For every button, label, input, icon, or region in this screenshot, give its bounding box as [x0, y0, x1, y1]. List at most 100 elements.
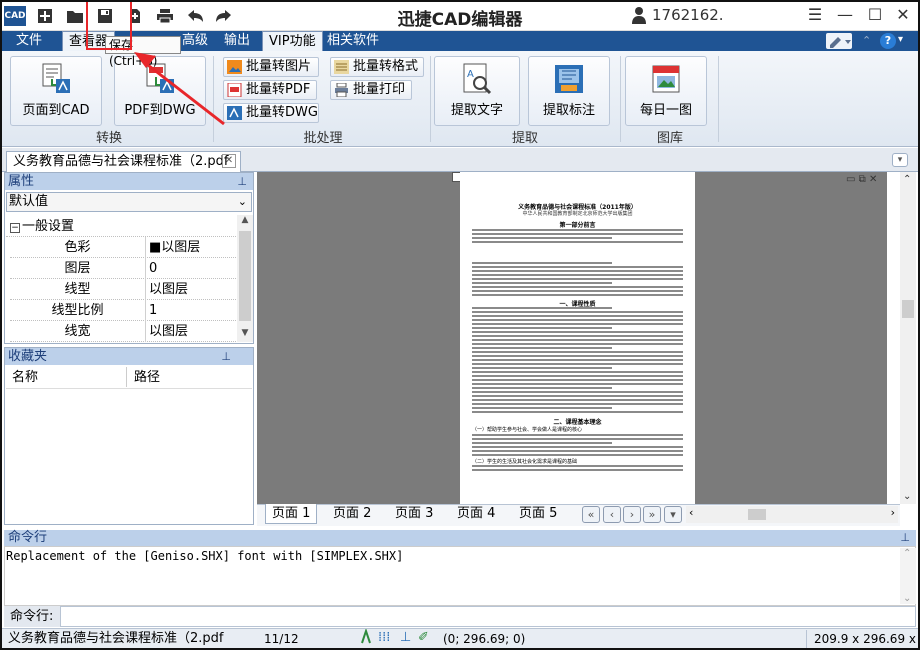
- document-vscrollbar[interactable]: ⌃ ⌄: [900, 172, 916, 504]
- scroll-right-icon[interactable]: ›: [891, 506, 895, 519]
- property-key: 线型: [10, 279, 146, 300]
- extract-text-label: 提取文字: [435, 99, 519, 118]
- batch-to-format-button[interactable]: 批量转格式: [330, 57, 424, 77]
- text-line: [472, 442, 612, 444]
- ortho-icon[interactable]: ⊥: [400, 629, 411, 647]
- pin-icon[interactable]: ⊥: [237, 173, 247, 190]
- chevron-down-icon[interactable]: ⌄: [238, 193, 247, 211]
- next-page-icon[interactable]: ›: [623, 506, 641, 523]
- document-hscrollbar[interactable]: ‹ ›: [686, 506, 898, 523]
- maximize-button[interactable]: ☐: [861, 4, 889, 26]
- text-line: [472, 411, 683, 413]
- section-general[interactable]: −一般设置: [6, 216, 236, 237]
- text-line: [472, 469, 683, 471]
- text-line: [472, 274, 683, 276]
- snap-icon[interactable]: [360, 629, 374, 645]
- scroll-thumb[interactable]: [239, 231, 251, 321]
- command-input[interactable]: [60, 606, 916, 627]
- col-name[interactable]: 名称: [12, 367, 38, 389]
- page-list-icon[interactable]: ▾: [664, 506, 682, 523]
- help-dropdown-icon[interactable]: ▾: [898, 34, 903, 45]
- print-icon[interactable]: [154, 5, 176, 27]
- property-value[interactable]: 0: [147, 258, 157, 279]
- pin-icon[interactable]: ⊥: [900, 530, 910, 546]
- arrow-up-icon[interactable]: ⌃: [862, 34, 874, 48]
- last-page-icon[interactable]: »: [643, 506, 661, 523]
- scroll-left-icon[interactable]: ‹: [689, 506, 693, 519]
- text-line: [472, 319, 683, 321]
- page-tab-5[interactable]: 页面 5: [519, 504, 557, 524]
- property-value[interactable]: 以图层: [147, 279, 188, 300]
- page-tab-2[interactable]: 页面 2: [333, 504, 371, 524]
- property-row[interactable]: 线型以图层: [10, 279, 240, 300]
- batch-to-image-button[interactable]: 批量转图片: [223, 57, 319, 77]
- view-minimize-icon[interactable]: ▭: [846, 174, 855, 185]
- page-tab-3[interactable]: 页面 3: [395, 504, 433, 524]
- tab-list-icon[interactable]: ▾: [892, 153, 908, 167]
- col-path[interactable]: 路径: [134, 367, 160, 389]
- collapse-icon[interactable]: −: [10, 223, 20, 233]
- batch-to-pdf-button[interactable]: 批量转PDF: [223, 80, 317, 100]
- view-close-icon[interactable]: ✕: [869, 174, 877, 185]
- property-value[interactable]: 1: [147, 300, 157, 321]
- style-icon[interactable]: [826, 33, 852, 49]
- tab-close-icon[interactable]: ✕: [222, 154, 236, 168]
- scroll-thumb[interactable]: [902, 300, 914, 318]
- extract-annotation-button[interactable]: 提取标注: [528, 56, 610, 126]
- batch-print-button[interactable]: 批量打印: [330, 80, 412, 100]
- undo-icon[interactable]: [184, 5, 206, 27]
- property-value[interactable]: 以图层: [147, 321, 188, 342]
- osnap-icon[interactable]: ✐: [418, 629, 429, 647]
- new-icon[interactable]: [34, 5, 56, 27]
- pin-icon[interactable]: ⊥: [221, 348, 231, 365]
- property-row[interactable]: 色彩■以图层: [10, 237, 240, 258]
- help-icon[interactable]: ?: [880, 33, 896, 49]
- property-row[interactable]: 线宽以图层: [10, 321, 240, 342]
- menu-file[interactable]: 文件: [10, 31, 48, 51]
- scroll-down-icon[interactable]: ▼: [237, 328, 253, 342]
- scroll-up-icon[interactable]: ⌃: [903, 548, 911, 559]
- status-bar: 义务教育品德与社会课程标准（2.pdf 11/12 ⁞⁞⁞ ⊥ ✐ (0; 29…: [0, 628, 920, 650]
- grid-icon[interactable]: ⁞⁞⁞: [378, 629, 390, 647]
- batch-to-pdf-label: 批量转PDF: [246, 82, 310, 97]
- extract-annotation-icon: [553, 63, 585, 95]
- property-row[interactable]: 线型比例1: [10, 300, 240, 321]
- open-folder-icon[interactable]: [64, 5, 86, 27]
- prev-page-icon[interactable]: ‹: [603, 506, 621, 523]
- text-line: [472, 270, 683, 272]
- extract-text-button[interactable]: A 提取文字: [434, 56, 520, 126]
- scroll-up-icon[interactable]: ⌃: [903, 174, 911, 185]
- daily-image-button[interactable]: 每日一图: [625, 56, 707, 126]
- view-restore-icon[interactable]: ⧉: [859, 174, 866, 185]
- batch-print-label: 批量打印: [353, 82, 405, 97]
- page-tab-1[interactable]: 页面 1: [265, 504, 317, 524]
- view-window-controls[interactable]: ▭ ⧉ ✕: [846, 174, 896, 186]
- batch-to-dwg-button[interactable]: 批量转DWG: [223, 103, 319, 123]
- first-page-icon[interactable]: «: [582, 506, 600, 523]
- property-row[interactable]: 图层0: [10, 258, 240, 279]
- page-section2: 二、课程基本理念: [460, 417, 695, 426]
- text-line: [472, 339, 683, 341]
- redo-icon[interactable]: [213, 5, 235, 27]
- close-button[interactable]: ✕: [889, 4, 917, 26]
- menu-icon[interactable]: ☰: [801, 4, 829, 26]
- properties-scrollbar[interactable]: ▲ ▼: [237, 215, 253, 342]
- command-scrollbar[interactable]: ⌃ ⌄: [900, 548, 916, 604]
- page-tab-4[interactable]: 页面 4: [457, 504, 495, 524]
- minimize-button[interactable]: —: [831, 4, 859, 26]
- properties-selector[interactable]: 默认值 ⌄: [6, 192, 252, 212]
- scroll-down-icon[interactable]: ⌄: [903, 593, 911, 604]
- property-value[interactable]: ■以图层: [147, 237, 200, 258]
- menu-related-software[interactable]: 相关软件: [321, 31, 385, 51]
- scroll-thumb[interactable]: [748, 509, 766, 520]
- scroll-down-icon[interactable]: ⌄: [903, 491, 911, 502]
- properties-title: 属性 ⊥: [5, 173, 253, 190]
- page-subtitle: 中华人民共和国教育部制定北京师范大学出版集团: [460, 210, 695, 217]
- document-tab[interactable]: 义务教育品德与社会课程标准（2.pdf ✕: [6, 151, 241, 172]
- text-line: [472, 323, 683, 325]
- menu-vip[interactable]: VIP功能: [262, 31, 323, 51]
- text-line: [472, 403, 683, 405]
- page-to-cad-button[interactable]: 页面到CAD: [10, 56, 102, 126]
- text-line: [472, 434, 683, 436]
- scroll-up-icon[interactable]: ▲: [237, 215, 253, 229]
